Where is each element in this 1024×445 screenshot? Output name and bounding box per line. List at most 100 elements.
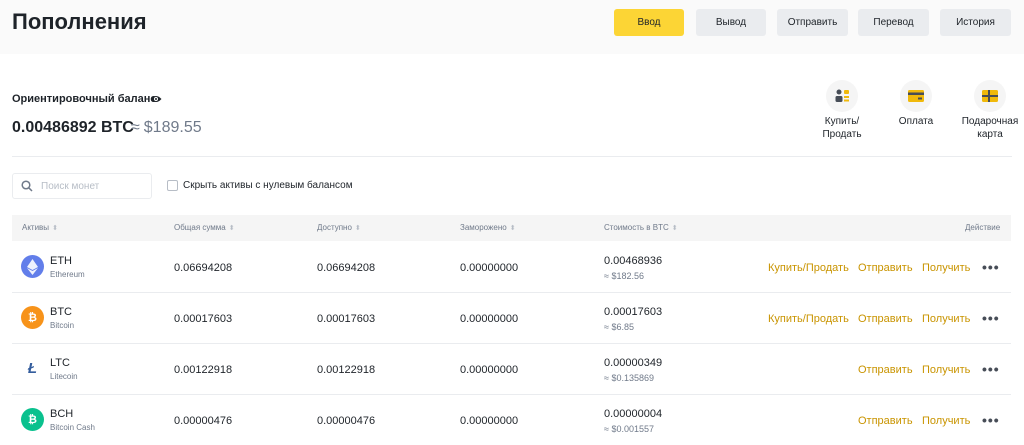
gift-card-action[interactable]: Подарочная карта (960, 80, 1020, 141)
asset-symbol: BCH (50, 408, 74, 420)
column-assets-label: Активы (22, 223, 50, 232)
balance-btc: 0.00486892 BTC (12, 119, 134, 136)
balance-usd: ≈ $189.55 (131, 119, 202, 137)
section-divider (12, 156, 1012, 157)
send-button[interactable]: Отправить (777, 9, 848, 36)
frozen-amount: 0.00000000 (460, 262, 519, 274)
approx-sign: ≈ (131, 119, 140, 136)
sort-icon: ⬍ (509, 224, 516, 232)
sort-icon: ⬍ (228, 224, 235, 232)
table-header: Активы ⬍ Общая сумма ⬍ Доступно ⬍ Заморожен… (12, 215, 1011, 241)
column-action-label: Действие (965, 223, 1001, 232)
table-row: Ł LTC Litecoin 0.00122918 0.00122918 0.0… (12, 344, 1011, 395)
buy-sell-label: Купить/ Продать (812, 115, 872, 141)
more-options-icon[interactable]: ••• (982, 259, 1000, 275)
frozen-amount: 0.00000000 (460, 364, 519, 376)
page-header: Пополнения Ввод Вывод Отправить Перевод … (0, 0, 1024, 54)
search-icon (21, 180, 33, 192)
frozen-amount: 0.00000000 (460, 415, 519, 427)
available-amount: 0.00122918 (317, 364, 376, 376)
total-amount: 0.00122918 (174, 364, 233, 376)
sort-icon: ⬍ (354, 224, 361, 232)
available-amount: 0.06694208 (317, 262, 376, 274)
column-btc-value-label: Стоимость в BTC (604, 223, 669, 232)
total-amount: 0.06694208 (174, 262, 233, 274)
buy-sell-icon (826, 80, 858, 112)
column-frozen[interactable]: Заморожено ⬍ (460, 223, 516, 232)
gift-card-icon (974, 80, 1006, 112)
send-link[interactable]: Отправить (858, 415, 913, 427)
total-amount: 0.00017603 (174, 313, 233, 325)
available-amount: 0.00017603 (317, 313, 376, 325)
btc-value: 0.00468936 (604, 255, 663, 267)
receive-link[interactable]: Получить (922, 313, 970, 325)
asset-name: Bitcoin (50, 321, 75, 330)
send-link[interactable]: Отправить (858, 262, 913, 274)
usd-value: ≈ $0.135869 (604, 373, 654, 383)
buy-sell-link[interactable]: Купить/Продать (768, 313, 849, 325)
more-options-icon[interactable]: ••• (982, 310, 1000, 326)
asset-name: Litecoin (50, 372, 78, 381)
receive-link[interactable]: Получить (922, 364, 970, 376)
asset-name: Ethereum (50, 270, 85, 279)
btc-value: 0.00000349 (604, 357, 663, 369)
column-total[interactable]: Общая сумма ⬍ (174, 223, 235, 232)
eye-icon[interactable] (150, 94, 162, 104)
buy-sell-label-line2: Продать (822, 129, 862, 140)
receive-link[interactable]: Получить (922, 262, 970, 274)
send-link[interactable]: Отправить (858, 313, 913, 325)
buy-sell-label-line1: Купить/ (824, 116, 860, 127)
available-amount: 0.00000476 (317, 415, 376, 427)
btc-value: 0.00000004 (604, 408, 663, 420)
receive-link[interactable]: Получить (922, 415, 970, 427)
deposit-button[interactable]: Ввод (614, 9, 684, 36)
gift-card-label: Подарочная карта (960, 115, 1020, 141)
balance-usd-value: $189.55 (143, 119, 202, 136)
transfer-button[interactable]: Перевод (858, 9, 929, 36)
bitcoin-cash-icon: ₿ (21, 408, 44, 431)
frozen-amount: 0.00000000 (460, 313, 519, 325)
bitcoin-icon: ₿ (21, 306, 44, 329)
hide-zero-checkbox[interactable] (167, 180, 178, 191)
sort-icon: ⬍ (671, 224, 678, 232)
table-row: ETH Ethereum 0.06694208 0.06694208 0.000… (12, 242, 1011, 293)
hide-zero-balance-toggle[interactable]: Скрыть активы с нулевым балансом (167, 180, 353, 191)
asset-symbol: ETH (50, 255, 72, 267)
withdraw-button[interactable]: Вывод (696, 9, 766, 36)
total-amount: 0.00000476 (174, 415, 233, 427)
table-row: ₿ BCH Bitcoin Cash 0.00000476 0.00000476… (12, 395, 1011, 445)
usd-value: ≈ $0.001557 (604, 424, 654, 434)
more-options-icon[interactable]: ••• (982, 361, 1000, 377)
buy-sell-link[interactable]: Купить/Продать (768, 262, 849, 274)
asset-symbol: BTC (50, 306, 72, 318)
column-action: Действие (965, 223, 1000, 232)
asset-name: Bitcoin Cash (50, 423, 95, 432)
btc-value: 0.00017603 (604, 306, 663, 318)
column-assets[interactable]: Активы ⬍ (22, 223, 58, 232)
asset-symbol: LTC (50, 357, 70, 369)
column-available-label: Доступно (317, 223, 352, 232)
usd-value: ≈ $6.85 (604, 322, 634, 332)
column-total-label: Общая сумма (174, 223, 226, 232)
column-btc-value[interactable]: Стоимость в BTC ⬍ (604, 223, 678, 232)
more-options-icon[interactable]: ••• (982, 412, 1000, 428)
search-input[interactable] (41, 180, 136, 192)
column-frozen-label: Заморожено (460, 223, 507, 232)
litecoin-icon: Ł (27, 360, 38, 377)
search-box[interactable] (12, 173, 152, 199)
hide-zero-label: Скрыть активы с нулевым балансом (183, 180, 353, 191)
estimated-balance-label: Ориентировочный баланс (12, 93, 157, 105)
gift-card-label-line1: Подарочная (961, 116, 1019, 127)
page-title: Пополнения (12, 9, 147, 34)
table-row: ₿ BTC Bitcoin 0.00017603 0.00017603 0.00… (12, 293, 1011, 344)
gift-card-label-line2: карта (977, 129, 1003, 140)
buy-sell-action[interactable]: Купить/ Продать (812, 80, 872, 141)
ethereum-icon (21, 255, 44, 278)
history-button[interactable]: История (940, 9, 1011, 36)
payment-label: Оплата (898, 116, 934, 127)
payment-card-icon (900, 80, 932, 112)
column-available[interactable]: Доступно ⬍ (317, 223, 361, 232)
sort-icon: ⬍ (52, 224, 58, 232)
payment-action[interactable]: Оплата (886, 80, 946, 128)
send-link[interactable]: Отправить (858, 364, 913, 376)
